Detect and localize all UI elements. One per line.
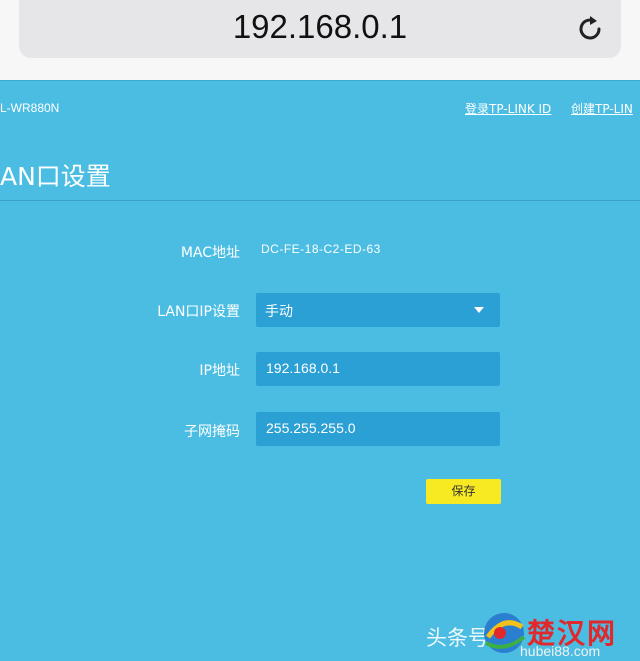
ip-address-input[interactable]: 192.168.0.1 — [256, 352, 500, 386]
page-title: AN口设置 — [0, 162, 111, 191]
chevron-down-icon — [474, 307, 484, 313]
subnet-mask-value: 255.255.255.0 — [266, 420, 356, 436]
title-divider — [0, 200, 640, 201]
subnet-mask-label: 子网掩码 — [184, 424, 240, 440]
header-divider — [0, 80, 640, 81]
router-model: L-WR880N — [0, 101, 60, 115]
login-tplink-id-link[interactable]: 登录TP-LINK ID — [465, 100, 551, 117]
logo-url: hubei88.com — [520, 643, 601, 659]
browser-toolbar: 192.168.0.1 — [0, 0, 640, 80]
subnet-mask-input[interactable]: 255.255.255.0 — [256, 412, 500, 446]
save-button[interactable]: 保存 — [426, 479, 501, 504]
mac-address-value: DC-FE-18-C2-ED-63 — [261, 242, 381, 256]
ip-address-value: 192.168.0.1 — [266, 360, 340, 376]
create-tplink-id-link[interactable]: 创建TP-LIN — [571, 100, 633, 117]
lan-ip-mode-selected: 手动 — [265, 304, 293, 320]
address-text[interactable]: 192.168.0.1 — [19, 8, 621, 46]
lan-ip-mode-label: LAN口IP设置 — [157, 304, 240, 320]
lan-ip-mode-select[interactable]: 手动 — [256, 293, 500, 327]
reload-icon[interactable] — [575, 14, 605, 44]
address-bar[interactable]: 192.168.0.1 — [19, 0, 621, 58]
mac-address-label: MAC地址 — [180, 245, 240, 261]
ip-address-label: IP地址 — [199, 363, 240, 379]
